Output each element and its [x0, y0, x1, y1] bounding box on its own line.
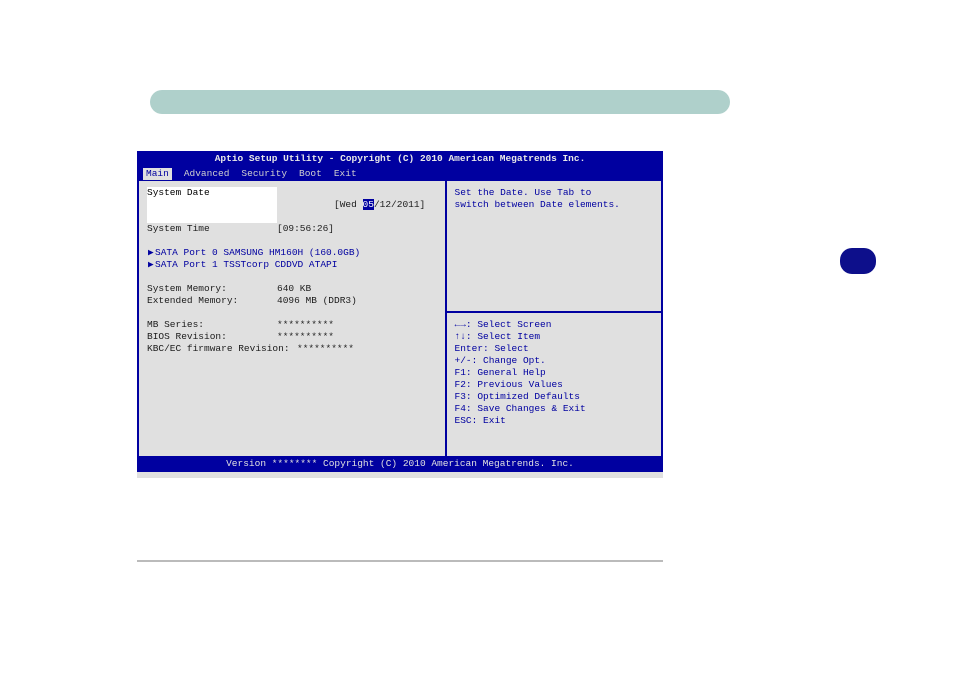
sata-port-0-row[interactable]: ▶ SATA Port 0 SAMSUNG HM160H (160.0GB): [147, 247, 437, 259]
key-previous-values: F2: Previous Values: [455, 379, 653, 391]
mb-series-label: MB Series:: [147, 319, 277, 331]
extended-memory-value: 4096 MB (DDR3): [277, 295, 357, 307]
key-optimized-defaults: F3: Optimized Defaults: [455, 391, 653, 403]
help-panel: Set the Date. Use Tab to switch between …: [447, 181, 661, 456]
context-help: Set the Date. Use Tab to switch between …: [447, 181, 661, 311]
divider: [137, 560, 663, 562]
key-save-exit: F4: Save Changes & Exit: [455, 403, 653, 415]
system-memory-value: 640 KB: [277, 283, 311, 295]
bios-revision-row: BIOS Revision: **********: [147, 331, 437, 343]
submenu-arrow-icon: ▶: [148, 259, 154, 271]
menu-tab-boot[interactable]: Boot: [299, 168, 322, 180]
menu-tab-security[interactable]: Security: [241, 168, 287, 180]
menu-tab-exit[interactable]: Exit: [334, 168, 357, 180]
sata-port-0-text: SATA Port 0 SAMSUNG HM160H (160.0GB): [155, 247, 360, 258]
key-select-screen: ←→: Select Screen: [455, 319, 653, 331]
mb-series-row: MB Series: **********: [147, 319, 437, 331]
bios-setup-window: Aptio Setup Utility - Copyright (C) 2010…: [137, 151, 663, 478]
system-date-label: System Date: [147, 187, 277, 223]
sata-port-1-row[interactable]: ▶ SATA Port 1 TSSTcorp CDDVD ATAPI: [147, 259, 437, 271]
help-line-2: switch between Date elements.: [455, 199, 653, 211]
extended-memory-row: Extended Memory: 4096 MB (DDR3): [147, 295, 437, 307]
bios-title-bar: Aptio Setup Utility - Copyright (C) 2010…: [137, 151, 663, 167]
key-select-item: ↑↓: Select Item: [455, 331, 653, 343]
sata-port-1-text: SATA Port 1 TSSTcorp CDDVD ATAPI: [155, 259, 337, 270]
kbc-ec-revision-row: KBC/EC firmware Revision: **********: [147, 343, 437, 355]
system-date-value[interactable]: [Wed 05/12/2011]: [277, 187, 425, 223]
bios-revision-label: BIOS Revision:: [147, 331, 277, 343]
system-time-value[interactable]: [09:56:26]: [277, 223, 334, 235]
bios-revision-value: **********: [277, 331, 334, 343]
system-time-row[interactable]: System Time [09:56:26]: [147, 223, 437, 235]
key-general-help: F1: General Help: [455, 367, 653, 379]
bios-menu-bar: Main Advanced Security Boot Exit: [137, 167, 663, 181]
bios-footer: Version ******** Copyright (C) 2010 Amer…: [137, 456, 663, 472]
key-esc-exit: ESC: Exit: [455, 415, 653, 427]
date-suffix: /12/2011]: [374, 199, 425, 210]
system-memory-label: System Memory:: [147, 283, 277, 295]
help-line-1: Set the Date. Use Tab to: [455, 187, 653, 199]
system-date-row[interactable]: System Date [Wed 05/12/2011]: [147, 187, 437, 223]
date-prefix: [Wed: [334, 199, 363, 210]
submenu-arrow-icon: ▶: [148, 247, 154, 259]
date-editable-field[interactable]: 05: [363, 199, 374, 210]
kbc-ec-revision-label: KBC/EC firmware Revision:: [147, 343, 297, 355]
kbc-ec-revision-value: **********: [297, 343, 354, 355]
settings-panel: System Date [Wed 05/12/2011] System Time…: [139, 181, 447, 456]
menu-tab-main[interactable]: Main: [143, 168, 172, 180]
mb-series-value: **********: [277, 319, 334, 331]
key-enter-select: Enter: Select: [455, 343, 653, 355]
page-marker-badge: [840, 248, 876, 274]
content-area: System Date [Wed 05/12/2011] System Time…: [137, 181, 663, 456]
system-memory-row: System Memory: 640 KB: [147, 283, 437, 295]
key-legend: ←→: Select Screen ↑↓: Select Item Enter:…: [447, 311, 661, 456]
menu-tab-advanced[interactable]: Advanced: [184, 168, 230, 180]
extended-memory-label: Extended Memory:: [147, 295, 277, 307]
decorative-pill: [150, 90, 730, 114]
key-change-opt: +/-: Change Opt.: [455, 355, 653, 367]
system-time-label: System Time: [147, 223, 277, 235]
